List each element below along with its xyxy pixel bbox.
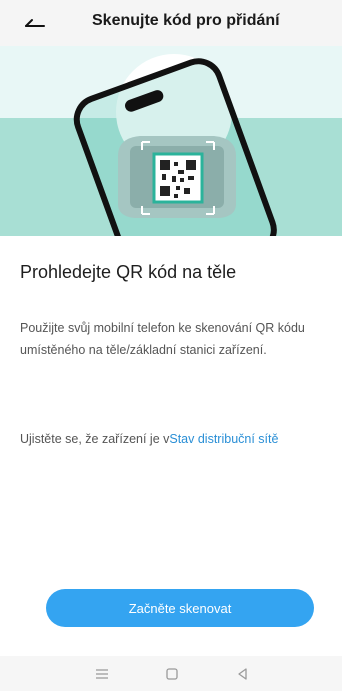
- system-back-button[interactable]: [232, 664, 252, 684]
- app-header: Skenujte kód pro přidání: [0, 0, 342, 46]
- back-arrow-icon: [25, 19, 45, 27]
- instruction-heading: Prohledejte QR kód na těle: [20, 262, 237, 282]
- recent-apps-button[interactable]: [92, 664, 112, 684]
- back-button[interactable]: [20, 10, 50, 36]
- scan-illustration: [0, 54, 342, 236]
- note-text: Ujistěte se, že zařízení je v: [20, 432, 170, 446]
- network-state-link[interactable]: Stav distribuční sítě: [169, 432, 278, 446]
- page-title: Skenujte kód pro přidání: [92, 12, 280, 29]
- home-button[interactable]: [162, 664, 182, 684]
- instruction-description: Použijte svůj mobilní telefon ke skenová…: [20, 321, 305, 357]
- start-scan-button[interactable]: Začněte skenovat: [46, 589, 314, 627]
- system-navigation-bar: [0, 656, 342, 691]
- menu-icon: [96, 669, 108, 679]
- network-state-note: Ujistěte se, že zařízení je vStav distri…: [20, 429, 330, 449]
- back-icon: [238, 668, 247, 680]
- home-icon: [166, 668, 178, 680]
- hero-illustration: [0, 46, 342, 236]
